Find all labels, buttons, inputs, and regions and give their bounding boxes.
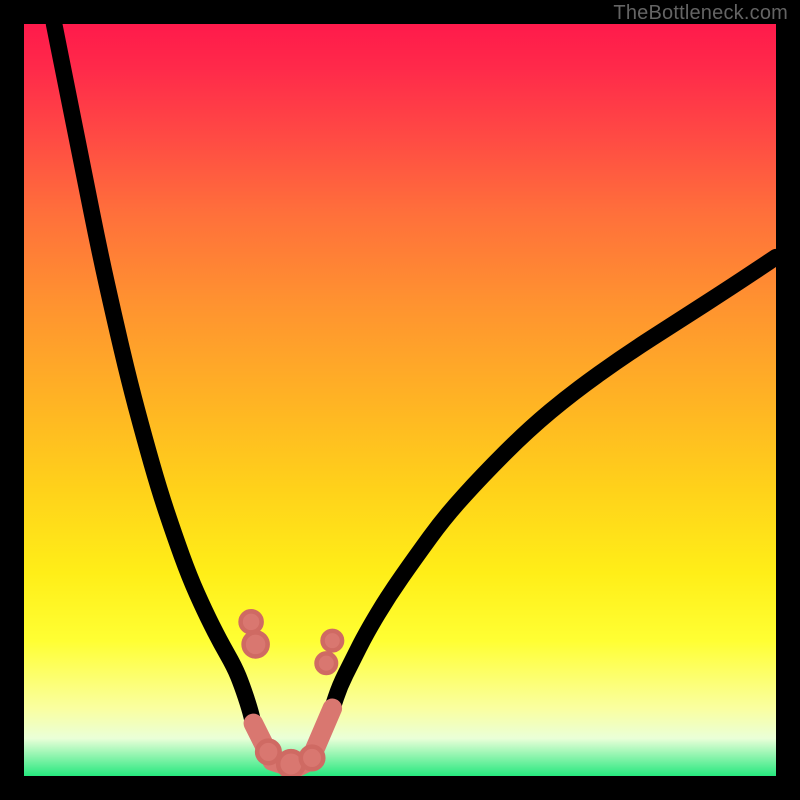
bead-left-lower <box>244 632 268 656</box>
bead-left-upper <box>241 611 262 632</box>
chart-frame: TheBottleneck.com <box>0 0 800 800</box>
plot-area <box>24 24 776 776</box>
curves-svg <box>24 24 776 776</box>
right-curve <box>332 257 776 708</box>
left-curve <box>54 24 253 723</box>
bead-bottom-left <box>257 741 280 764</box>
bead-bottom-right <box>301 747 324 770</box>
bead-cluster <box>241 611 343 776</box>
bead-right-upper <box>323 631 343 651</box>
attribution-text: TheBottleneck.com <box>613 2 788 25</box>
bead-right-lower <box>317 653 337 673</box>
